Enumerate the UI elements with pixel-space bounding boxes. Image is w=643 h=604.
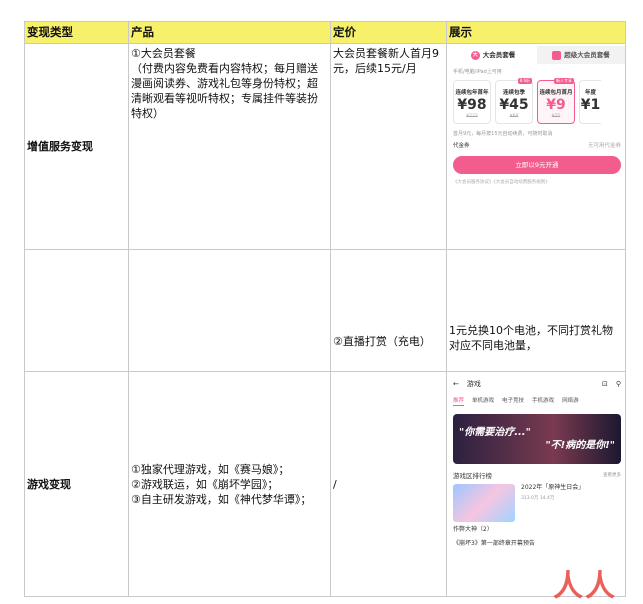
table-row: ②直播打赏（充电） 1元兑换10个电池，不同打赏礼物对应不同电池量， [24,249,626,372]
type-cell [24,249,129,372]
membership-preview: 大大会员套餐 超级大会员套餐 手机/电脑/iPad上可用 连续包年首年 ¥98 … [449,46,625,232]
display-cell: 1元兑换10个电池，不同打赏礼物对应不同电池量， [446,249,626,372]
type-cell: 增值服务变现 [24,43,129,250]
header-price: 定价 [330,21,447,44]
banner-text-1: "你需要治疗..." [459,427,531,438]
tab-online[interactable]: 网络游 [562,397,579,405]
plan-price: ¥1 [580,97,601,113]
plan-option[interactable]: 年度 ¥1 [579,80,601,124]
game-topbar: ← 游戏 ⊡ ⚲ [449,374,625,394]
game-preview: ← 游戏 ⊡ ⚲ 推荐 单机游戏 电子竞技 手机游戏 网络游 "你需要治疗...… [449,374,625,594]
plan-price: ¥45 [499,97,529,113]
list-item[interactable]: 作弊大神（2） [453,526,621,534]
plan-name: 连续包月首月 [539,90,573,96]
plan-price-value: 9 [556,97,566,113]
plan-option[interactable]: 8.6折 连续包季 ¥45 ¥68 [495,78,533,124]
plan-badge: 8.6折 [517,78,532,84]
tab-super-member[interactable]: 超级大会员套餐 [537,46,625,64]
plan-old-price: ¥25 [551,114,561,119]
video-thumbnail [453,484,515,522]
header-type: 变现类型 [24,21,129,44]
header-display: 展示 [446,21,626,44]
device-note: 手机/电脑/iPad上可用 [453,69,502,75]
game-title: 游戏 [466,380,481,388]
search-icon[interactable]: ⚲ [616,380,621,388]
plan-price-value: 1 [590,97,601,113]
header-product: 产品 [128,21,331,44]
pay-button[interactable]: 立即以9元开通 [453,156,621,174]
back-icon[interactable]: ← [453,380,459,388]
plan-price-value: 98 [467,97,487,113]
price-cell: 大会员套餐新人首月9元，后续15元/月 [330,43,447,250]
game-nav: 推荐 单机游戏 电子竞技 手机游戏 网络游 [449,394,625,408]
plan-price: ¥98 [457,97,487,113]
rank-item[interactable]: 2022年「原神生日会」 313.0万 14.4万 [453,484,621,522]
plan-list: 连续包年首年 ¥98 ¥233 8.6折 连续包季 ¥45 ¥68 新人专享 连… [449,78,625,124]
table-row: 增值服务变现 ①大会员套餐 （付费内容免费看内容特权；每月赠送漫画阅读券、游戏礼… [24,43,626,250]
product-cell [128,249,331,372]
membership-tabs: 大大会员套餐 超级大会员套餐 [449,46,625,64]
tab-label: 大会员套餐 [482,51,516,59]
member-icon: 大 [470,50,480,60]
banner-text-2: "不!病的是你!" [545,440,615,451]
display-cell: ← 游戏 ⊡ ⚲ 推荐 单机游戏 电子竞技 手机游戏 网络游 "你需要治疗...… [446,371,626,604]
renew-note: 首月9元，每月按15元自动续费，可随时取消 [453,131,553,137]
plan-option-selected[interactable]: 新人专享 连续包月首月 ¥9 ¥25 [537,78,575,124]
plan-old-price: ¥233 [466,114,478,119]
rank-item-title: 2022年「原神生日会」 [521,484,585,491]
plan-name: 连续包年首年 [455,90,489,96]
agreement-links[interactable]: 《大会员服务协议》《大会员自动续费服务规则》 [453,179,621,187]
type-cell: 游戏变现 [24,371,129,597]
rank-more-link[interactable]: 查看更多 [603,472,621,480]
watermark-logo: 人人 [553,569,617,604]
tab-single[interactable]: 单机游戏 [472,397,494,405]
monetization-table: 变现类型 产品 定价 展示 增值服务变现 ①大会员套餐 （付费内容免费看内容特权… [24,21,626,604]
coupon-row[interactable]: 代金券 无可用代金券 [453,142,621,150]
crown-icon [552,50,562,60]
rank-item-meta: 313.0万 14.4万 [521,496,555,501]
tab-big-member[interactable]: 大大会员套餐 [449,46,537,64]
plan-name: 年度 [584,90,596,96]
tab-esports[interactable]: 电子竞技 [502,397,524,405]
table-row: 游戏变现 ①独家代理游戏，如《赛马娘》； ②游戏联运，如《崩坏学园》； ③自主研… [24,371,626,604]
download-icon[interactable]: ⊡ [602,380,608,388]
plan-name: 连续包季 [502,90,525,96]
price-cell: ②直播打赏（充电） [330,249,447,372]
tab-recommend[interactable]: 推荐 [453,397,465,406]
rank-title: 游戏区排行榜 [453,472,492,480]
rank-item-info: 2022年「原神生日会」 313.0万 14.4万 [521,484,584,522]
header-row: 变现类型 产品 定价 展示 [24,21,626,44]
rank-header: 游戏区排行榜 查看更多 [453,472,621,480]
rank-list: 作弊大神（2） 《崩坏3》第一部终章开幕预告 [453,526,621,548]
plan-price-value: 45 [509,97,529,113]
game-banner[interactable]: "你需要治疗..." "不!病的是你!" [453,414,621,464]
coupon-value: 无可用代金券 [587,143,621,149]
plan-badge: 新人专享 [554,78,574,84]
tab-mobile[interactable]: 手机游戏 [532,397,554,405]
product-cell: ①独家代理游戏，如《赛马娘》； ②游戏联运，如《崩坏学园》； ③自主研发游戏，如… [128,371,331,597]
plan-price: ¥9 [546,97,566,113]
display-cell: 大大会员套餐 超级大会员套餐 手机/电脑/iPad上可用 连续包年首年 ¥98 … [446,43,626,250]
product-cell: ①大会员套餐 （付费内容免费看内容特权；每月赠送漫画阅读券、游戏礼包等身份特权；… [128,43,331,250]
plan-old-price: ¥68 [509,114,519,119]
tab-label: 超级大会员套餐 [564,51,610,59]
list-item[interactable]: 《崩坏3》第一部终章开幕预告 [453,540,621,548]
coupon-label: 代金券 [453,143,470,149]
price-cell: / [330,371,447,597]
plan-option[interactable]: 连续包年首年 ¥98 ¥233 [453,80,491,124]
